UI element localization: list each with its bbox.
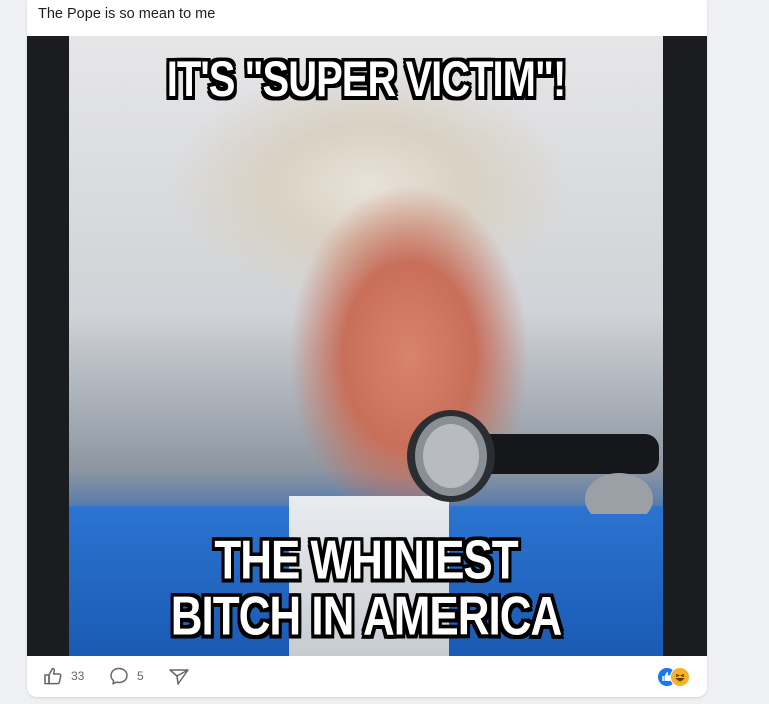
thumbs-up-icon — [44, 667, 62, 685]
like-button[interactable]: 33 — [43, 666, 84, 686]
post-card: The Pope is so mean to me IT'S "SUPER VI… — [27, 0, 707, 697]
microphone-graphic — [407, 410, 659, 514]
comment-bubble-icon — [110, 667, 128, 685]
share-button[interactable] — [168, 666, 190, 686]
meme-image: IT'S "SUPER VICTIM"! THE WHINIEST BITCH … — [69, 36, 663, 656]
meme-bottom-text-line2: BITCH IN AMERICA — [170, 585, 563, 647]
comment-count: 5 — [137, 669, 144, 683]
like-count: 33 — [71, 669, 85, 683]
post-actions-bar: 33 5 — [27, 656, 707, 697]
share-arrow-icon — [169, 669, 189, 685]
reaction-summary[interactable] — [657, 666, 693, 687]
meme-bottom-text-line1: THE WHINIEST — [214, 529, 518, 591]
post-image[interactable]: IT'S "SUPER VICTIM"! THE WHINIEST BITCH … — [27, 36, 707, 656]
haha-reaction-icon — [670, 667, 690, 687]
meme-top-text: IT'S "SUPER VICTIM"! — [166, 52, 567, 108]
post-caption: The Pope is so mean to me — [38, 6, 216, 22]
comment-button[interactable]: 5 — [109, 666, 144, 686]
